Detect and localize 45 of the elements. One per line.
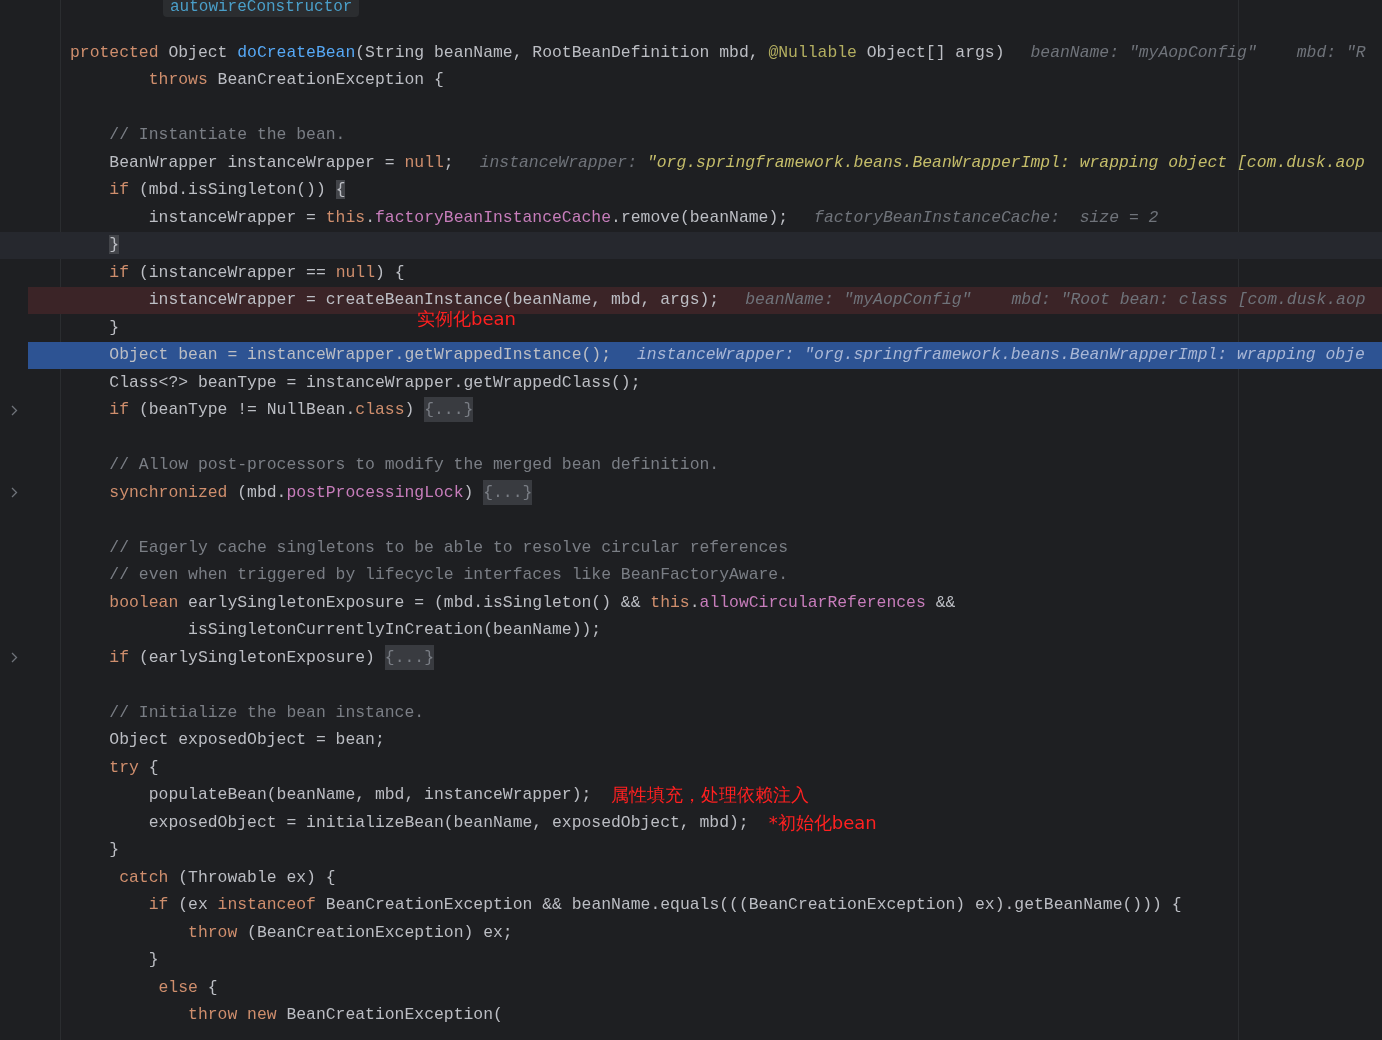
code-line: } — [147, 951, 159, 970]
inline-value-hint: instanceWrapper: "org.springframework.beans.BeanWrapperImpl: wrapping object [com.dusk.aop — [479, 151, 1365, 174]
annotation-text: *初始化bean — [768, 810, 877, 835]
code-comment: // even when triggered by lifecycle interfaces like BeanFactoryAware. — [108, 566, 789, 585]
code-line: if (instanceWrapper == null) { — [108, 263, 405, 282]
code-line: } — [108, 841, 120, 860]
completion-tooltip: autowireConstructor — [163, 0, 360, 17]
code-line: instanceWrapper = createBeanInstance(beanName, mbd, args); — [147, 291, 720, 310]
inline-value-hint: beanName: "myAopConfig" — [745, 289, 972, 312]
annotation-text: 属性填充，处理依赖注入 — [611, 783, 810, 808]
code-line: } — [108, 318, 120, 337]
code-line: try { — [108, 758, 159, 777]
chevron-right-icon[interactable] — [10, 652, 18, 664]
code-comment: // Initialize the bean instance. — [108, 703, 425, 722]
code-line: Class<?> beanType = instanceWrapper.getWrappedClass(); — [108, 373, 641, 392]
inline-value-hint: beanName: "myAopConfig" — [1030, 41, 1257, 64]
folded-code-placeholder[interactable]: {...} — [424, 397, 474, 423]
folded-code-placeholder[interactable]: {...} — [483, 479, 533, 505]
code-line: throws BeanCreationException { — [147, 71, 444, 90]
annotation-text: 实例化bean — [417, 309, 516, 329]
code-line: isSingletonCurrentlyInCreation(beanName)); — [187, 621, 602, 640]
code-line: throw new BeanCreationException( — [187, 1006, 503, 1025]
code-line: protected Object doCreateBean(String beanName, RootBeanDefinition mbd, @Nullable Object[] args) — [70, 43, 1005, 62]
chevron-right-icon[interactable] — [10, 404, 18, 416]
code-line: exposedObject = initializeBean(beanName, exposedObject, mbd); — [147, 813, 749, 832]
code-comment: // Instantiate the bean. — [108, 126, 346, 145]
code-line: populateBean(beanName, mbd, instanceWrapper); — [147, 786, 592, 805]
code-comment: // Allow post-processors to modify the merged bean definition. — [108, 456, 720, 475]
code-line: Object bean = instanceWrapper.getWrappedInstance(); — [108, 346, 611, 365]
code-line: else { — [157, 978, 218, 997]
code-line: if (ex instanceof BeanCreationException && beanName.equals(((BeanCreationException) ex).getBeanName())) { — [147, 896, 1182, 915]
code-comment: // Eagerly cache singletons to be able to resolve circular references — [108, 538, 789, 557]
inline-value-hint: mbd: "Root bean: class [com.dusk.aop — [1011, 289, 1366, 312]
code-line: catch (Throwable ex) { — [118, 868, 336, 887]
code-line: if (mbd.isSingleton()) { — [108, 181, 346, 200]
code-line: instanceWrapper = this.factoryBeanInstanceCache.remove(beanName); — [147, 208, 789, 227]
inline-value-hint: instanceWrapper: "org.springframework.beans.BeanWrapperImpl: wrapping obje — [637, 344, 1365, 367]
code-line: BeanWrapper instanceWrapper = null; — [108, 153, 454, 172]
inline-value-hint: mbd: "R — [1296, 41, 1366, 64]
folded-code-placeholder[interactable]: {...} — [384, 644, 434, 670]
code-line: Object exposedObject = bean; — [108, 731, 385, 750]
code-line: throw (BeanCreationException) ex; — [187, 923, 513, 942]
chevron-right-icon[interactable] — [10, 487, 18, 499]
inline-value-hint: factoryBeanInstanceCache: size = 2 — [814, 206, 1159, 229]
code-line: boolean earlySingletonExposure = (mbd.isSingleton() && this.allowCircularReferences && — [108, 593, 956, 612]
